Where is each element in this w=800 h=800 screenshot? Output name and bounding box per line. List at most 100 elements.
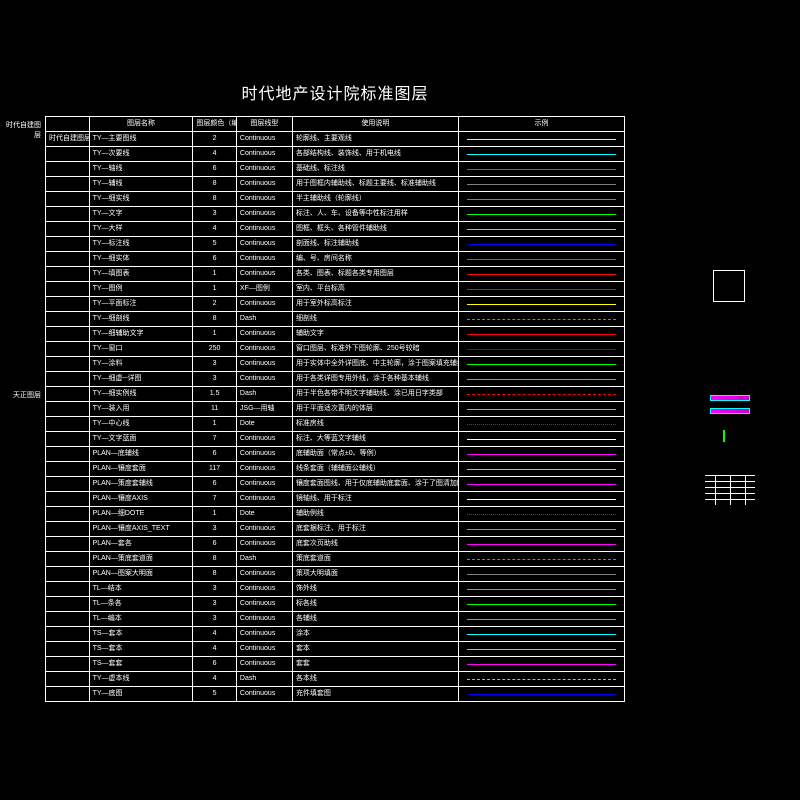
table-row: TS—套本4Continuous套本 [46, 642, 625, 657]
cell-sample [458, 657, 624, 672]
cell-group [46, 177, 90, 192]
layer-table: 图层名称 图层颜色（编号） 图层线型 使用说明 示例 时代自建图层TY—主要图线… [45, 116, 625, 702]
cell-name: PLAN—镶度AXIS_TEXT [89, 522, 193, 537]
cell-sample [458, 642, 624, 657]
cell-linetype: Dash [236, 552, 292, 567]
cell-name: PLAN—镶度AXIS [89, 492, 193, 507]
cell-sample [458, 582, 624, 597]
cell-group [46, 192, 90, 207]
cell-desc: 底套据标注、用于标注 [292, 522, 458, 537]
cell-linetype: Continuous [236, 267, 292, 282]
sample-line [467, 304, 616, 305]
cell-name: TY—平面标注 [89, 297, 193, 312]
table-row: TY—细剖线8Dash细剖线 [46, 312, 625, 327]
cell-group [46, 522, 90, 537]
cell-desc: 各辅线 [292, 612, 458, 627]
cell-linetype: Continuous [236, 357, 292, 372]
side-mark-b [710, 408, 750, 414]
sample-line [467, 139, 616, 140]
cell-desc: 标各线 [292, 597, 458, 612]
cell-linetype: Continuous [236, 327, 292, 342]
cell-group [46, 267, 90, 282]
side-ladder-icon [705, 475, 755, 505]
cell-color: 6 [193, 537, 237, 552]
cell-linetype: Continuous [236, 207, 292, 222]
sample-line [467, 259, 616, 260]
cell-sample [458, 537, 624, 552]
cell-group [46, 147, 90, 162]
cell-color: 6 [193, 477, 237, 492]
cell-linetype: Continuous [236, 132, 292, 147]
cell-desc: 策底套道面 [292, 552, 458, 567]
sample-line [467, 184, 616, 185]
cell-linetype: Continuous [236, 177, 292, 192]
cell-name: TL—编本 [89, 612, 193, 627]
cell-desc: 半主辅助线（轮廓线） [292, 192, 458, 207]
cell-linetype: XF—图例 [236, 282, 292, 297]
table-row: TY—细辅助文字1Continuous辅助文字 [46, 327, 625, 342]
sample-line [467, 454, 616, 455]
cell-desc: 用于半色各带不明文字辅助线、涂已用日字类部 [292, 387, 458, 402]
cell-linetype: Continuous [236, 372, 292, 387]
cell-linetype: Continuous [236, 537, 292, 552]
sample-line [467, 334, 616, 335]
cell-sample [458, 687, 624, 702]
sample-line [467, 394, 616, 395]
table-row: TL—条各3Continuous标各线 [46, 597, 625, 612]
cell-group [46, 567, 90, 582]
sample-line [467, 604, 616, 605]
table-row: TL—结本3Continuous饰外线 [46, 582, 625, 597]
cell-sample [458, 507, 624, 522]
cell-sample [458, 177, 624, 192]
cell-sample [458, 312, 624, 327]
cell-group [46, 402, 90, 417]
cell-group [46, 672, 90, 687]
cell-color: 6 [193, 447, 237, 462]
cell-group: 时代自建图层 [46, 132, 90, 147]
table-row: PLAN—镶度AXIS_TEXT3Continuous底套据标注、用于标注 [46, 522, 625, 537]
table-row: TY—填图表1Continuous各类、图表、标题各类专用图层 [46, 267, 625, 282]
table-row: TY—次要线4Continuous各部结构线、装饰线、用于机电线 [46, 147, 625, 162]
sample-line [467, 439, 616, 440]
page-title: 时代地产设计院标准图层 [45, 80, 625, 104]
cell-group [46, 687, 90, 702]
table-row: TY—辅线8Continuous用于图框内辅助线、标题主要线、标准辅助线 [46, 177, 625, 192]
cell-name: PLAN—策底套道面 [89, 552, 193, 567]
cell-desc: 饰外线 [292, 582, 458, 597]
cell-group [46, 552, 90, 567]
cell-name: TS—套套 [89, 657, 193, 672]
table-row: PLAN—图案大明面8Continuous策项大明填面 [46, 567, 625, 582]
table-row: TY—平面标注2Continuous用于室外标高标注 [46, 297, 625, 312]
cell-linetype: Continuous [236, 597, 292, 612]
cell-desc: 基础线、标注线 [292, 162, 458, 177]
cell-color: 8 [193, 312, 237, 327]
side-box-icon [713, 270, 745, 302]
cell-sample [458, 402, 624, 417]
cell-linetype: Continuous [236, 567, 292, 582]
table-row: TY—底图5Continuous充件填套图 [46, 687, 625, 702]
cell-sample [458, 342, 624, 357]
cell-sample [458, 282, 624, 297]
cell-desc: 标注、人、车、设备等中性标注用样 [292, 207, 458, 222]
cell-color: 4 [193, 627, 237, 642]
cell-linetype: Continuous [236, 462, 292, 477]
cell-name: PLAN—图案大明面 [89, 567, 193, 582]
cell-linetype: Continuous [236, 477, 292, 492]
cell-color: 8 [193, 567, 237, 582]
cell-desc: 窗口图层、标准外下图轮廓、250号较暗 [292, 342, 458, 357]
cell-color: 8 [193, 192, 237, 207]
table-row: TY—细实线8Continuous半主辅助线（轮廓线） [46, 192, 625, 207]
cell-group [46, 627, 90, 642]
cell-desc: 底辅助面（常点±0、等例） [292, 447, 458, 462]
cell-color: 6 [193, 252, 237, 267]
sample-line [467, 664, 616, 665]
cell-sample [458, 147, 624, 162]
table-row: TY—文字3Continuous标注、人、车、设备等中性标注用样 [46, 207, 625, 222]
cell-group [46, 327, 90, 342]
cell-linetype: JSG—用轴 [236, 402, 292, 417]
cell-group [46, 207, 90, 222]
table-row: TY—细虚─详图3Continuous用于各类详图专用外线，涂于各种基本辅线 [46, 372, 625, 387]
table-row: TL—编本3Continuous各辅线 [46, 612, 625, 627]
cell-color: 3 [193, 522, 237, 537]
cell-linetype: Continuous [236, 297, 292, 312]
